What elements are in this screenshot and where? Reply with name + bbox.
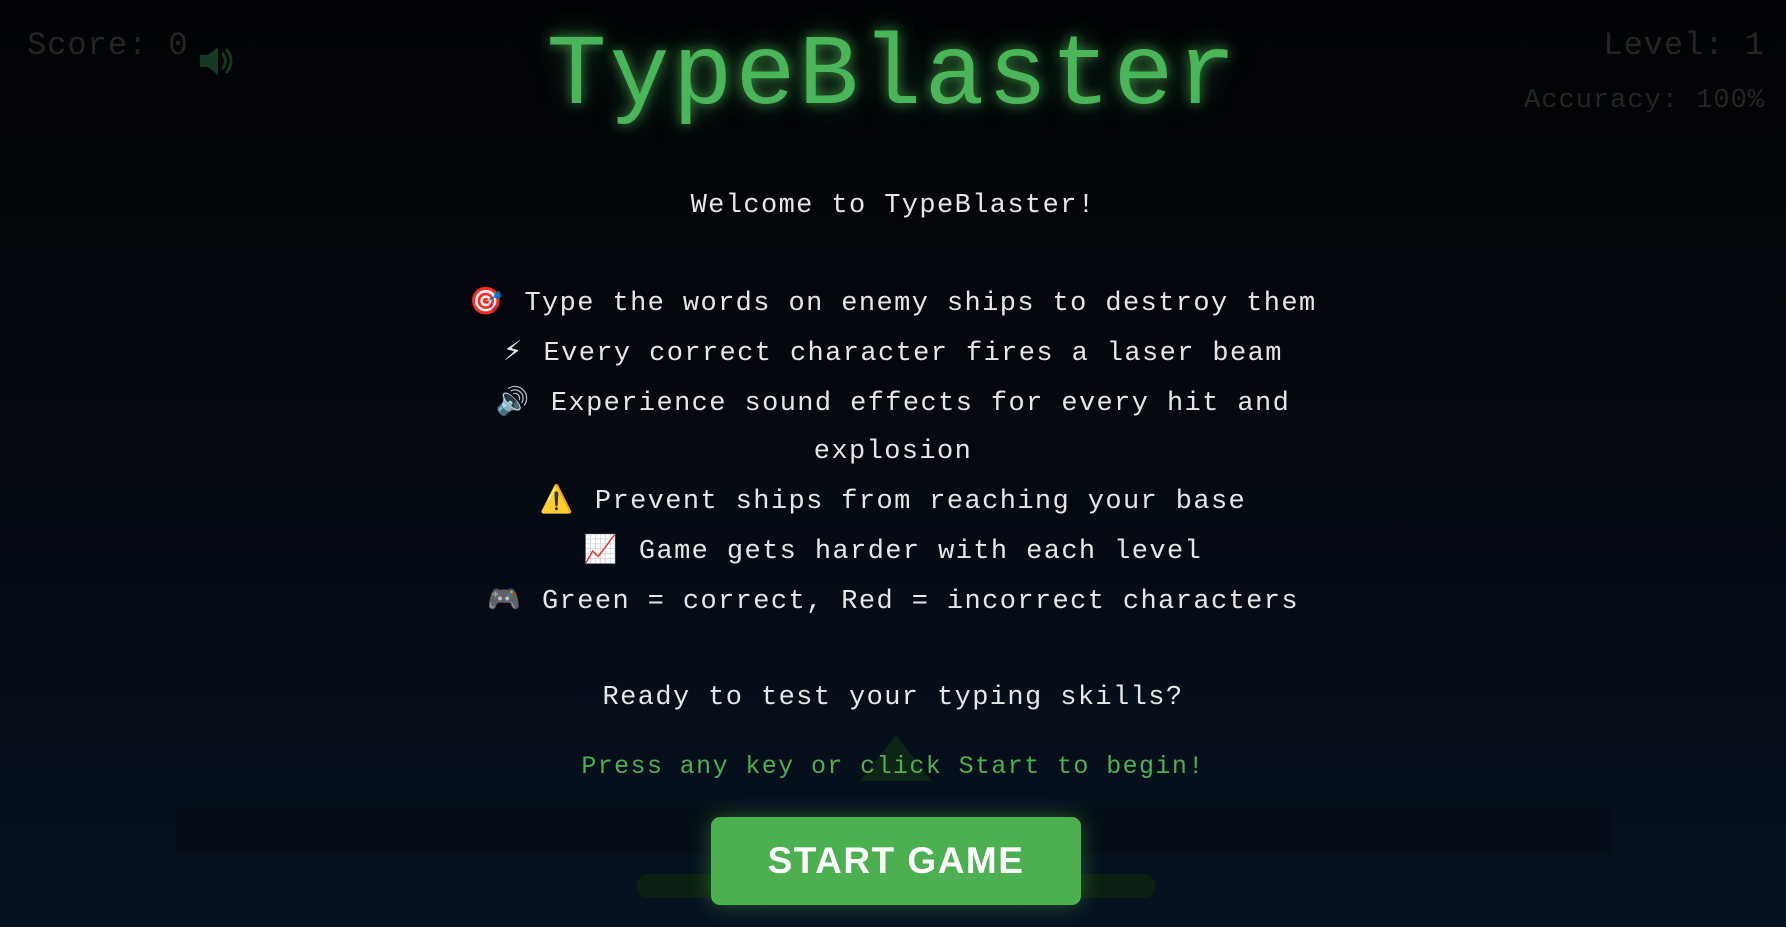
start-prompt: Press any key or click Start to begin!	[581, 752, 1205, 781]
rule-text: Every correct character fires a laser be…	[543, 339, 1283, 369]
rule-text: Prevent ships from reaching your base	[594, 487, 1247, 517]
rule-item: ⚠️ Prevent ships from reaching your base	[443, 476, 1343, 526]
instructions-panel: Welcome to TypeBlaster! 🎯 Type the words …	[443, 182, 1343, 791]
rule-text: Type the words on enemy ships to destroy…	[524, 289, 1317, 319]
lightning-icon: ⚡	[503, 336, 524, 367]
start-game-button[interactable]: START GAME	[711, 817, 1081, 905]
rule-text: Game gets harder with each level	[638, 537, 1203, 567]
rule-text: Green = correct, Red = incorrect charact…	[542, 587, 1299, 617]
chart-increasing-icon: 📈	[583, 534, 619, 565]
game-controller-icon: 🎮	[487, 584, 523, 615]
speaker-icon: 🔊	[495, 386, 531, 417]
ready-text: Ready to test your typing skills?	[602, 683, 1184, 713]
welcome-text: Welcome to TypeBlaster!	[690, 191, 1096, 221]
game-title: TypeBlaster	[546, 21, 1240, 134]
warning-icon: ⚠️	[539, 484, 575, 515]
rule-item: 🔊 Experience sound effects for every hit …	[443, 378, 1343, 476]
rule-item: 📈 Game gets harder with each level	[443, 526, 1343, 576]
rule-item: 🎮 Green = correct, Red = incorrect charac…	[443, 576, 1343, 626]
target-icon: 🎯	[469, 286, 505, 317]
rule-item: 🎯 Type the words on enemy ships to destro…	[443, 278, 1343, 328]
rule-text: Experience sound effects for every hit a…	[550, 389, 1291, 467]
rule-item: ⚡ Every correct character fires a laser b…	[443, 328, 1343, 378]
